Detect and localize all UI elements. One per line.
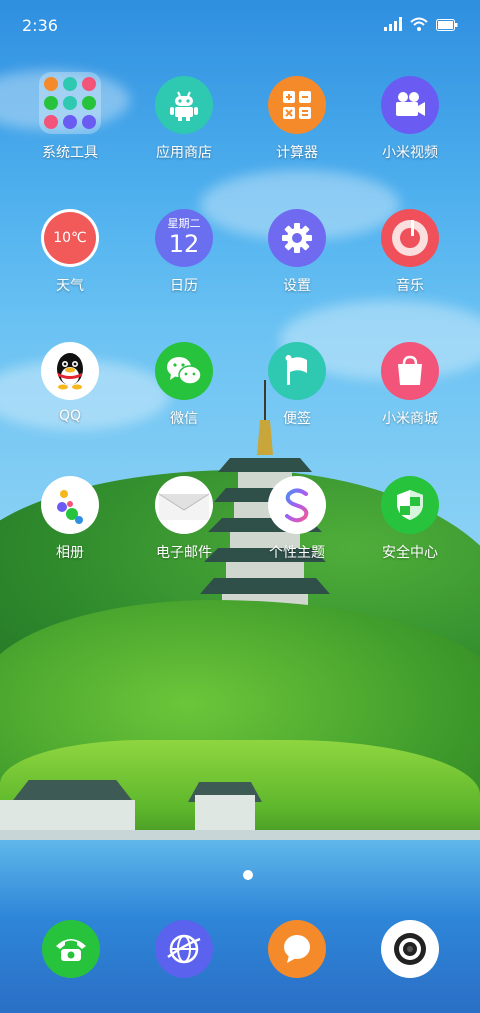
app-label: 微信 xyxy=(170,411,198,427)
robot-icon xyxy=(155,76,213,134)
browser-globe-icon xyxy=(167,934,201,964)
weather-icon: 10℃ xyxy=(41,209,99,267)
app-label: 计算器 xyxy=(276,145,318,161)
app-system-tools-folder[interactable]: 系统工具 xyxy=(15,72,125,162)
calculator-icon xyxy=(268,76,326,134)
app-label: 应用商店 xyxy=(156,145,212,161)
folder-icon xyxy=(39,72,101,134)
video-camera-icon xyxy=(381,76,439,134)
app-gallery[interactable]: 相册 xyxy=(15,476,125,562)
status-icons xyxy=(384,17,458,31)
flag-icon xyxy=(268,342,326,400)
status-bar: 2:36 xyxy=(0,0,480,50)
music-icon xyxy=(381,209,439,267)
calendar-icon: 星期二 12 xyxy=(155,209,213,267)
shield-icon xyxy=(381,476,439,534)
app-qq[interactable]: QQ xyxy=(15,342,125,424)
app-label: 天气 xyxy=(56,278,84,294)
battery-icon xyxy=(436,19,458,31)
wifi-icon xyxy=(410,17,428,31)
app-label: 相册 xyxy=(56,545,84,561)
dock-camera[interactable] xyxy=(381,920,439,978)
chat-bubbles-icon xyxy=(155,342,213,400)
app-label: 安全中心 xyxy=(382,545,438,561)
app-label: 系统工具 xyxy=(42,145,98,161)
app-label: 电子邮件 xyxy=(156,545,212,561)
app-label: 设置 xyxy=(283,278,311,294)
calendar-day: 12 xyxy=(168,230,200,258)
signal-icon xyxy=(384,17,402,31)
calendar-weekday: 星期二 xyxy=(167,217,201,230)
shopping-bag-icon xyxy=(381,342,439,400)
app-mi-store[interactable]: 小米商城 xyxy=(355,342,465,428)
app-music[interactable]: 音乐 xyxy=(355,209,465,295)
app-email[interactable]: 电子邮件 xyxy=(129,476,239,562)
penguin-icon xyxy=(41,342,99,400)
app-label: 日历 xyxy=(170,278,198,294)
dock-browser[interactable] xyxy=(155,920,213,978)
app-calendar[interactable]: 星期二 12 日历 xyxy=(129,209,239,295)
app-label: 个性主题 xyxy=(269,545,325,561)
envelope-icon xyxy=(155,476,213,534)
app-themes[interactable]: 个性主题 xyxy=(242,476,352,562)
clock-time: 2:36 xyxy=(22,16,58,35)
app-settings[interactable]: 设置 xyxy=(242,209,352,295)
app-mi-video[interactable]: 小米视频 xyxy=(355,76,465,162)
app-label: 便签 xyxy=(283,411,311,427)
app-label: 小米商城 xyxy=(382,411,438,427)
gear-icon xyxy=(268,209,326,267)
theme-s-icon xyxy=(268,476,326,534)
dock-messages[interactable] xyxy=(268,920,326,978)
phone-icon xyxy=(56,939,86,961)
weather-temperature: 10℃ xyxy=(53,230,87,246)
app-calculator[interactable]: 计算器 xyxy=(242,76,352,162)
message-bubble-icon xyxy=(284,935,310,963)
app-notes[interactable]: 便签 xyxy=(242,342,352,428)
app-security-center[interactable]: 安全中心 xyxy=(355,476,465,562)
app-label: QQ xyxy=(58,408,82,424)
camera-lens-icon xyxy=(394,933,426,965)
page-indicator-dot[interactable] xyxy=(243,870,253,880)
dock-phone[interactable] xyxy=(42,920,100,978)
gallery-dots-icon xyxy=(41,476,99,534)
app-store[interactable]: 应用商店 xyxy=(129,76,239,162)
app-wechat[interactable]: 微信 xyxy=(129,342,239,428)
app-label: 小米视频 xyxy=(382,145,438,161)
app-weather[interactable]: 10℃ 天气 xyxy=(15,209,125,295)
app-label: 音乐 xyxy=(396,278,424,294)
